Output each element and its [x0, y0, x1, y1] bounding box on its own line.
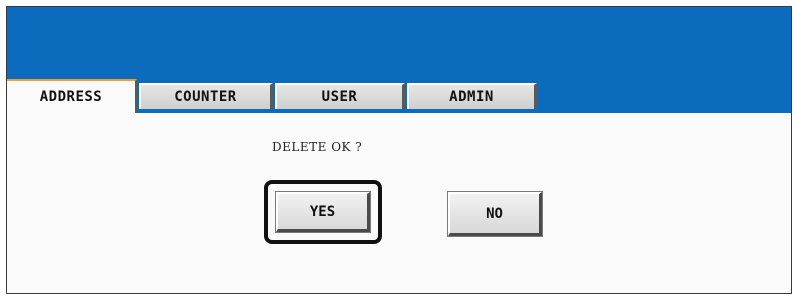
tab-admin[interactable]: ADMIN — [407, 83, 537, 109]
no-button[interactable]: NO — [447, 191, 543, 237]
touch-panel-screen: ADDRESS COUNTER USER ADMIN — [6, 6, 792, 294]
tab-bar: ADDRESS COUNTER USER ADMIN — [7, 79, 791, 113]
tab-counter[interactable]: COUNTER — [139, 83, 273, 109]
delete-confirm-prompt: DELETE OK ? — [272, 140, 363, 154]
yes-button[interactable]: YES — [275, 191, 371, 233]
tab-user[interactable]: USER — [275, 83, 405, 109]
content-area — [7, 113, 791, 293]
tab-address[interactable]: ADDRESS — [7, 79, 137, 113]
